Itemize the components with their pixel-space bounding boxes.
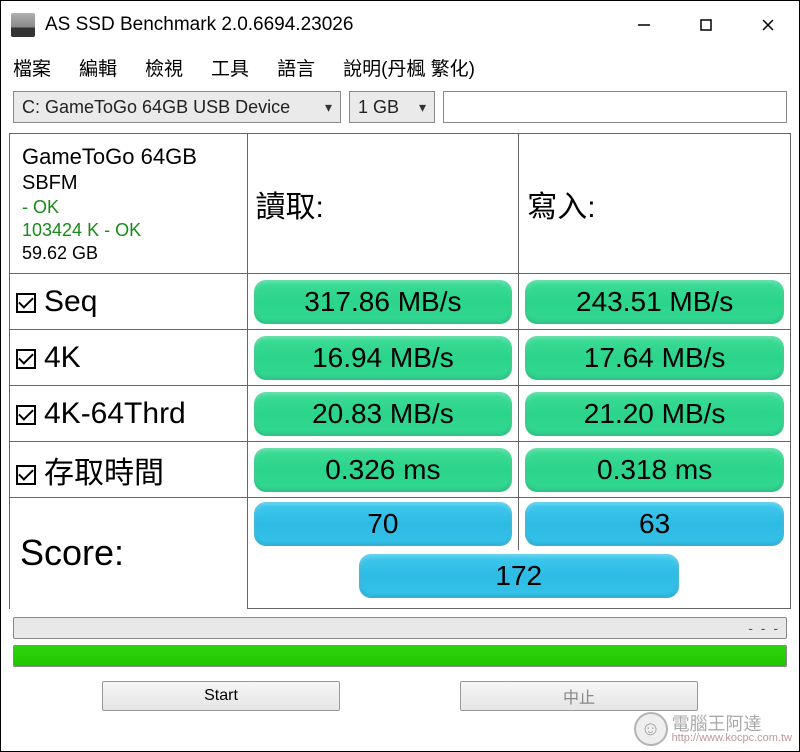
score-label: Score: — [10, 498, 248, 609]
4k-write-value: 17.64 MB/s — [525, 336, 784, 380]
testsize-dropdown-value: 1 GB — [358, 97, 399, 118]
row-4k64: 4K-64Thrd — [10, 386, 248, 442]
label-seq: Seq — [44, 285, 97, 318]
close-icon — [761, 18, 775, 32]
score-write: 63 — [525, 502, 784, 546]
device-dropdown[interactable]: C: GameToGo 64GB USB Device ▾ — [13, 91, 341, 123]
menu-lang[interactable]: 語言 — [277, 54, 315, 81]
checkbox-4k64[interactable] — [16, 405, 36, 425]
device-alignment-ok: 103424 K - OK — [22, 220, 235, 241]
4k64-read-value: 20.83 MB/s — [254, 392, 513, 436]
selector-row: C: GameToGo 64GB USB Device ▾ 1 GB ▾ — [1, 85, 799, 129]
4k-read-value: 16.94 MB/s — [254, 336, 513, 380]
header-write: 寫入: — [519, 134, 791, 274]
checkbox-seq[interactable] — [16, 293, 36, 313]
app-icon — [11, 13, 35, 37]
row-access-time: 存取時間 — [10, 442, 248, 498]
seq-read-value: 317.86 MB/s — [254, 280, 513, 324]
score-total: 172 — [359, 554, 679, 598]
menu-edit[interactable]: 編輯 — [79, 54, 117, 81]
device-status-ok: - OK — [22, 197, 235, 218]
device-dropdown-value: C: GameToGo 64GB USB Device — [22, 97, 290, 118]
checkbox-access[interactable] — [16, 465, 36, 485]
device-name: GameToGo 64GB — [22, 144, 235, 170]
testsize-dropdown[interactable]: 1 GB ▾ — [349, 91, 435, 123]
access-read-value: 0.326 ms — [254, 448, 513, 492]
titlebar[interactable]: AS SSD Benchmark 2.0.6694.23026 — [1, 1, 799, 49]
seq-write-value: 243.51 MB/s — [525, 280, 784, 324]
close-button[interactable] — [737, 1, 799, 49]
progress-area: - - - — [1, 609, 799, 671]
menu-help[interactable]: 說明(丹楓 繁化) — [343, 54, 475, 81]
menu-view[interactable]: 檢視 — [145, 54, 183, 81]
minimize-icon — [637, 18, 651, 32]
menu-tools[interactable]: 工具 — [211, 54, 249, 81]
button-row: Start 中止 — [1, 671, 799, 711]
device-controller: SBFM — [22, 172, 235, 195]
start-button[interactable]: Start — [102, 681, 340, 711]
device-capacity: 59.62 GB — [22, 243, 235, 264]
device-info-cell: GameToGo 64GB SBFM - OK 103424 K - OK 59… — [10, 134, 248, 274]
watermark: ☺ 電腦王阿達 http://www.kocpc.com.tw — [634, 712, 792, 746]
maximize-button[interactable] — [675, 1, 737, 49]
minimize-button[interactable] — [613, 1, 675, 49]
access-write-value: 0.318 ms — [525, 448, 784, 492]
status-field — [443, 91, 787, 123]
row-seq: Seq — [10, 274, 248, 330]
label-4k64: 4K-64Thrd — [44, 397, 186, 430]
chevron-down-icon: ▾ — [419, 99, 426, 116]
maximize-icon — [699, 18, 713, 32]
results-grid: GameToGo 64GB SBFM - OK 103424 K - OK 59… — [9, 133, 791, 609]
label-access: 存取時間 — [44, 457, 164, 490]
menu-file[interactable]: 檔案 — [13, 54, 51, 81]
window-controls — [613, 1, 799, 49]
chevron-down-icon: ▾ — [325, 99, 332, 116]
watermark-url: http://www.kocpc.com.tw — [672, 733, 792, 744]
progress-bar-task: - - - — [13, 617, 787, 639]
watermark-text: 電腦王阿達 — [672, 715, 792, 733]
header-read: 讀取: — [247, 134, 519, 274]
4k64-write-value: 21.20 MB/s — [525, 392, 784, 436]
progress-bar-total — [13, 645, 787, 667]
stop-button[interactable]: 中止 — [460, 681, 698, 711]
progress-marks: - - - — [748, 620, 780, 636]
checkbox-4k[interactable] — [16, 349, 36, 369]
window-title: AS SSD Benchmark 2.0.6694.23026 — [45, 14, 613, 36]
score-read: 70 — [254, 502, 513, 546]
watermark-avatar-icon: ☺ — [634, 712, 668, 746]
row-4k: 4K — [10, 330, 248, 386]
app-window: AS SSD Benchmark 2.0.6694.23026 檔案 編輯 檢視… — [0, 0, 800, 752]
label-4k: 4K — [44, 341, 81, 374]
menubar: 檔案 編輯 檢視 工具 語言 說明(丹楓 繁化) — [1, 49, 799, 85]
